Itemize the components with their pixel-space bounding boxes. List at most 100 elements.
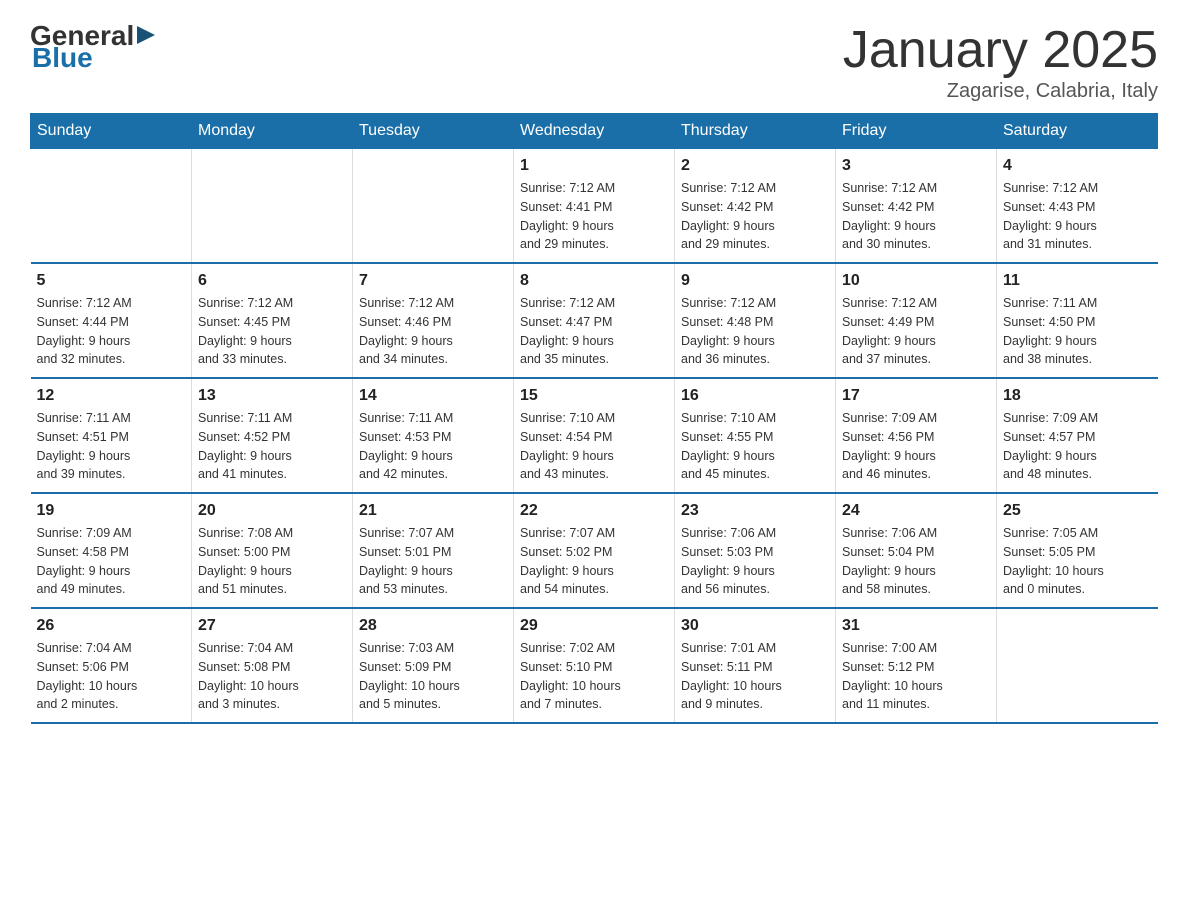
day-info: Sunrise: 7:12 AM Sunset: 4:42 PM Dayligh… (681, 179, 829, 254)
calendar-cell: 1 Sunrise: 7:12 AM Sunset: 4:41 PM Daylig… (514, 149, 675, 264)
day-info: Sunrise: 7:05 AM Sunset: 5:05 PM Dayligh… (1003, 524, 1152, 599)
day-info: Sunrise: 7:09 AM Sunset: 4:56 PM Dayligh… (842, 409, 990, 484)
day-number: 4 (1003, 157, 1152, 175)
day-info: Sunrise: 7:12 AM Sunset: 4:46 PM Dayligh… (359, 294, 507, 369)
calendar-cell: 12Sunrise: 7:11 AM Sunset: 4:51 PM Dayli… (31, 378, 192, 493)
calendar-cell: 30 Sunrise: 7:01 AM Sunset: 5:11 PM Dayli… (675, 608, 836, 723)
month-title: January 2025 (843, 20, 1158, 80)
calendar-cell: 21 Sunrise: 7:07 AM Sunset: 5:01 PM Dayli… (353, 493, 514, 608)
day-header-thursday: Thursday (675, 114, 836, 149)
calendar-cell: 29 Sunrise: 7:02 AM Sunset: 5:10 PM Dayli… (514, 608, 675, 723)
calendar-cell (192, 149, 353, 264)
day-number: 17 (842, 387, 990, 405)
day-header-friday: Friday (836, 114, 997, 149)
day-number: 27 (198, 617, 346, 635)
day-number: 7 (359, 272, 507, 290)
logo-arrow-icon (137, 24, 159, 46)
day-number: 11 (1003, 272, 1152, 290)
calendar-cell: 19 Sunrise: 7:09 AM Sunset: 4:58 PM Dayli… (31, 493, 192, 608)
day-info: Sunrise: 7:11 AM Sunset: 4:51 PM Dayligh… (37, 409, 186, 484)
calendar-cell: 28 Sunrise: 7:03 AM Sunset: 5:09 PM Dayli… (353, 608, 514, 723)
day-info: Sunrise: 7:12 AM Sunset: 4:44 PM Dayligh… (37, 294, 186, 369)
calendar-cell: 16Sunrise: 7:10 AM Sunset: 4:55 PM Dayli… (675, 378, 836, 493)
day-header-saturday: Saturday (997, 114, 1158, 149)
day-info: Sunrise: 7:04 AM Sunset: 5:08 PM Dayligh… (198, 639, 346, 714)
day-number: 14 (359, 387, 507, 405)
calendar-cell: 6 Sunrise: 7:12 AM Sunset: 4:45 PM Daylig… (192, 263, 353, 378)
day-header-monday: Monday (192, 114, 353, 149)
day-number: 15 (520, 387, 668, 405)
day-number: 24 (842, 502, 990, 520)
day-header-tuesday: Tuesday (353, 114, 514, 149)
week-row-3: 12Sunrise: 7:11 AM Sunset: 4:51 PM Dayli… (31, 378, 1158, 493)
calendar-cell: 26 Sunrise: 7:04 AM Sunset: 5:06 PM Dayli… (31, 608, 192, 723)
calendar-cell: 11 Sunrise: 7:11 AM Sunset: 4:50 PM Dayli… (997, 263, 1158, 378)
day-info: Sunrise: 7:12 AM Sunset: 4:45 PM Dayligh… (198, 294, 346, 369)
day-info: Sunrise: 7:07 AM Sunset: 5:02 PM Dayligh… (520, 524, 668, 599)
day-number: 13 (198, 387, 346, 405)
day-info: Sunrise: 7:03 AM Sunset: 5:09 PM Dayligh… (359, 639, 507, 714)
day-info: Sunrise: 7:12 AM Sunset: 4:49 PM Dayligh… (842, 294, 990, 369)
calendar-cell: 17 Sunrise: 7:09 AM Sunset: 4:56 PM Dayli… (836, 378, 997, 493)
day-number: 9 (681, 272, 829, 290)
day-number: 28 (359, 617, 507, 635)
calendar-cell: 22 Sunrise: 7:07 AM Sunset: 5:02 PM Dayli… (514, 493, 675, 608)
day-number: 25 (1003, 502, 1152, 520)
day-number: 6 (198, 272, 346, 290)
day-info: Sunrise: 7:01 AM Sunset: 5:11 PM Dayligh… (681, 639, 829, 714)
day-number: 10 (842, 272, 990, 290)
calendar-cell: 25 Sunrise: 7:05 AM Sunset: 5:05 PM Dayli… (997, 493, 1158, 608)
week-row-4: 19 Sunrise: 7:09 AM Sunset: 4:58 PM Dayli… (31, 493, 1158, 608)
calendar-cell: 23Sunrise: 7:06 AM Sunset: 5:03 PM Dayli… (675, 493, 836, 608)
day-number: 1 (520, 157, 668, 175)
title-block: January 2025 Zagarise, Calabria, Italy (843, 20, 1158, 103)
calendar-cell: 2 Sunrise: 7:12 AM Sunset: 4:42 PM Daylig… (675, 149, 836, 264)
calendar-cell (353, 149, 514, 264)
day-info: Sunrise: 7:07 AM Sunset: 5:01 PM Dayligh… (359, 524, 507, 599)
day-number: 18 (1003, 387, 1152, 405)
calendar-cell: 13Sunrise: 7:11 AM Sunset: 4:52 PM Dayli… (192, 378, 353, 493)
day-info: Sunrise: 7:12 AM Sunset: 4:42 PM Dayligh… (842, 179, 990, 254)
calendar-cell: 7 Sunrise: 7:12 AM Sunset: 4:46 PM Daylig… (353, 263, 514, 378)
calendar-cell: 4 Sunrise: 7:12 AM Sunset: 4:43 PM Daylig… (997, 149, 1158, 264)
calendar-cell: 9 Sunrise: 7:12 AM Sunset: 4:48 PM Daylig… (675, 263, 836, 378)
day-number: 31 (842, 617, 990, 635)
day-number: 30 (681, 617, 829, 635)
day-info: Sunrise: 7:12 AM Sunset: 4:43 PM Dayligh… (1003, 179, 1152, 254)
day-info: Sunrise: 7:12 AM Sunset: 4:41 PM Dayligh… (520, 179, 668, 254)
logo: General Blue (30, 20, 159, 74)
day-number: 8 (520, 272, 668, 290)
day-header-wednesday: Wednesday (514, 114, 675, 149)
day-number: 20 (198, 502, 346, 520)
day-info: Sunrise: 7:08 AM Sunset: 5:00 PM Dayligh… (198, 524, 346, 599)
calendar-cell: 10 Sunrise: 7:12 AM Sunset: 4:49 PM Dayli… (836, 263, 997, 378)
calendar-cell: 31 Sunrise: 7:00 AM Sunset: 5:12 PM Dayli… (836, 608, 997, 723)
calendar-table: SundayMondayTuesdayWednesdayThursdayFrid… (30, 113, 1158, 724)
calendar-cell: 5 Sunrise: 7:12 AM Sunset: 4:44 PM Daylig… (31, 263, 192, 378)
calendar-cell: 27 Sunrise: 7:04 AM Sunset: 5:08 PM Dayli… (192, 608, 353, 723)
day-info: Sunrise: 7:12 AM Sunset: 4:48 PM Dayligh… (681, 294, 829, 369)
day-info: Sunrise: 7:12 AM Sunset: 4:47 PM Dayligh… (520, 294, 668, 369)
day-number: 21 (359, 502, 507, 520)
day-info: Sunrise: 7:09 AM Sunset: 4:58 PM Dayligh… (37, 524, 186, 599)
logo-blue-text: Blue (32, 42, 93, 74)
day-info: Sunrise: 7:04 AM Sunset: 5:06 PM Dayligh… (37, 639, 186, 714)
calendar-header-row: SundayMondayTuesdayWednesdayThursdayFrid… (31, 114, 1158, 149)
day-number: 29 (520, 617, 668, 635)
day-number: 26 (37, 617, 186, 635)
day-info: Sunrise: 7:00 AM Sunset: 5:12 PM Dayligh… (842, 639, 990, 714)
week-row-1: 1 Sunrise: 7:12 AM Sunset: 4:41 PM Daylig… (31, 149, 1158, 264)
day-info: Sunrise: 7:10 AM Sunset: 4:54 PM Dayligh… (520, 409, 668, 484)
day-info: Sunrise: 7:10 AM Sunset: 4:55 PM Dayligh… (681, 409, 829, 484)
day-number: 19 (37, 502, 186, 520)
day-number: 2 (681, 157, 829, 175)
day-info: Sunrise: 7:09 AM Sunset: 4:57 PM Dayligh… (1003, 409, 1152, 484)
calendar-cell (997, 608, 1158, 723)
week-row-2: 5 Sunrise: 7:12 AM Sunset: 4:44 PM Daylig… (31, 263, 1158, 378)
day-number: 22 (520, 502, 668, 520)
day-info: Sunrise: 7:11 AM Sunset: 4:53 PM Dayligh… (359, 409, 507, 484)
day-number: 5 (37, 272, 186, 290)
day-info: Sunrise: 7:02 AM Sunset: 5:10 PM Dayligh… (520, 639, 668, 714)
day-info: Sunrise: 7:11 AM Sunset: 4:50 PM Dayligh… (1003, 294, 1152, 369)
location: Zagarise, Calabria, Italy (843, 80, 1158, 103)
